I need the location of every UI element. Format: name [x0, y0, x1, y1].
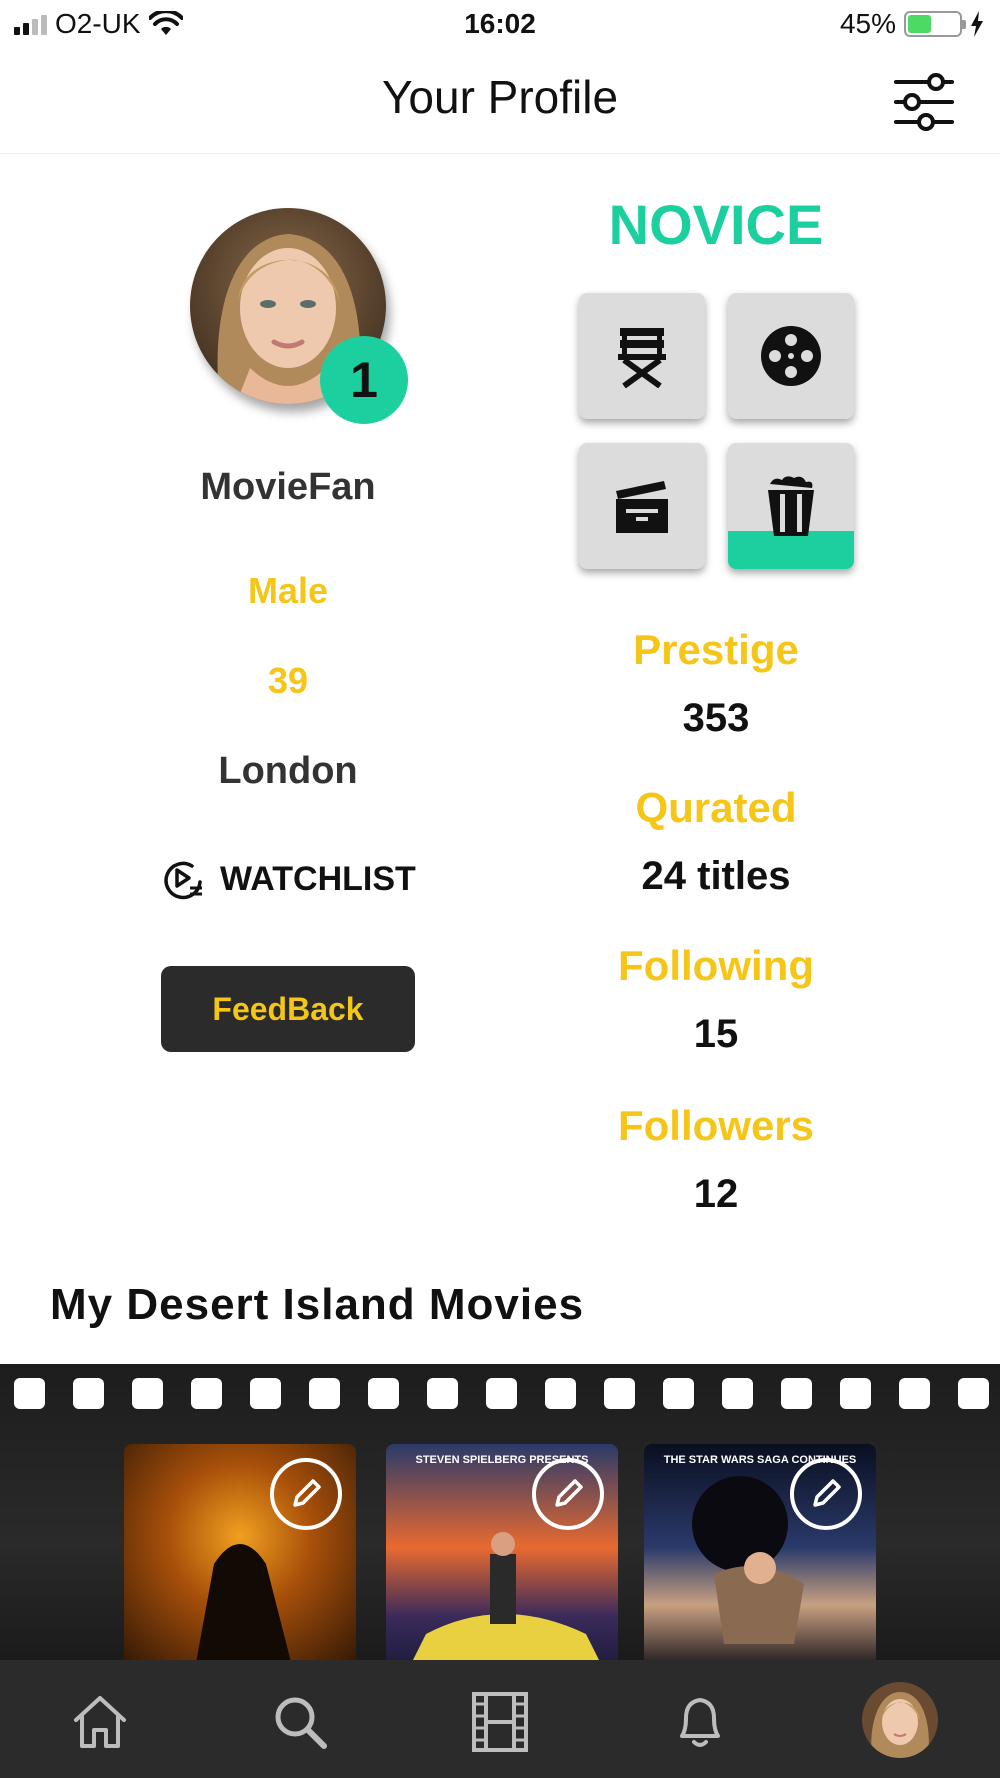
badge-directors-chair[interactable]: [579, 293, 705, 419]
film-reel-icon: [761, 326, 821, 386]
home-icon: [74, 1696, 126, 1748]
stat-value-qurated: 24 titles: [641, 854, 791, 898]
battery-percent: 45%: [839, 8, 896, 39]
film-sprocket: [309, 1378, 340, 1409]
film-sprocket: [73, 1378, 104, 1409]
movie-poster[interactable]: THE STAR WARS SAGA CONTINUES: [644, 1444, 876, 1664]
movie-poster[interactable]: [124, 1444, 356, 1664]
bottom-tab-bar: [0, 1660, 1000, 1778]
tab-home[interactable]: [68, 1690, 132, 1754]
profile-avatar-wrap[interactable]: 1: [190, 208, 408, 424]
film-sprocket: [958, 1378, 989, 1409]
badge-popcorn[interactable]: [728, 443, 854, 569]
filter-settings-button[interactable]: [892, 70, 956, 134]
film-sprocket: [14, 1378, 45, 1409]
film-sprocket: [663, 1378, 694, 1409]
section-title: My Desert Island Movies: [50, 1280, 585, 1329]
film-sprocket: [899, 1378, 930, 1409]
directors-chair-icon: [618, 328, 666, 388]
film-icon: [472, 1692, 528, 1752]
pencil-icon: [813, 1479, 841, 1507]
edit-poster-button[interactable]: [532, 1458, 604, 1530]
header: Your Profile: [0, 50, 1000, 154]
badge-film-reel[interactable]: [728, 293, 854, 419]
film-sprocket: [604, 1378, 635, 1409]
badge-clapperboard[interactable]: [579, 443, 705, 569]
pencil-icon: [555, 1479, 583, 1507]
city-label: London: [218, 750, 358, 792]
edit-poster-button[interactable]: [790, 1458, 862, 1530]
film-sprocket: [781, 1378, 812, 1409]
search-icon: [275, 1697, 327, 1749]
watchlist-icon: [164, 861, 202, 900]
film-sprocket: [191, 1378, 222, 1409]
desert-island-filmstrip[interactable]: STEVEN SPIELBERG PRESENTS THE STAR WARS …: [0, 1364, 1000, 1664]
tab-notifications[interactable]: [668, 1690, 732, 1754]
tab-films[interactable]: [468, 1690, 532, 1754]
stat-label-prestige: Prestige: [633, 626, 799, 673]
age-label: 39: [267, 660, 309, 701]
sliders-icon: [894, 73, 954, 131]
stat-value-following[interactable]: 15: [576, 1012, 856, 1057]
page-title: Your Profile: [381, 71, 619, 123]
tab-profile-avatar[interactable]: [862, 1682, 938, 1758]
status-right: 45%: [840, 8, 984, 40]
gender-label: Male: [247, 570, 329, 611]
clapperboard-icon: [616, 481, 668, 533]
watchlist-label: WATCHLIST: [220, 859, 416, 898]
edit-poster-button[interactable]: [270, 1458, 342, 1530]
status-bar: O2-UK 16:02 45%: [0, 0, 1000, 50]
film-sprocket: [840, 1378, 871, 1409]
battery-fill: [908, 15, 931, 33]
film-sprocket: [427, 1378, 458, 1409]
pencil-icon: [293, 1479, 321, 1507]
stat-label-followers[interactable]: Followers: [576, 1102, 856, 1150]
film-sprocket: [132, 1378, 163, 1409]
film-sprocket: [368, 1378, 399, 1409]
bell-icon: [680, 1698, 720, 1747]
stat-label-following[interactable]: Following: [576, 942, 856, 990]
battery-icon: [904, 11, 966, 37]
film-sprocket: [486, 1378, 517, 1409]
popcorn-icon: [768, 476, 814, 536]
stat-value-prestige: 353: [682, 696, 750, 740]
stat-value-followers[interactable]: 12: [576, 1172, 856, 1217]
level-badge: 1: [320, 336, 408, 424]
film-sprocket: [250, 1378, 281, 1409]
sprocket-row: [14, 1378, 989, 1409]
feedback-button[interactable]: FeedBack: [161, 966, 415, 1052]
film-sprocket: [545, 1378, 576, 1409]
username: MovieFan: [200, 466, 376, 508]
stat-label-qurated: Qurated: [635, 784, 797, 831]
charging-bolt-icon: [971, 11, 983, 37]
film-sprocket: [722, 1378, 753, 1409]
tab-search[interactable]: [268, 1690, 332, 1754]
rank-title: NOVICE: [608, 193, 824, 256]
movie-poster[interactable]: STEVEN SPIELBERG PRESENTS: [386, 1444, 618, 1664]
watchlist-link[interactable]: WATCHLIST: [162, 858, 416, 900]
